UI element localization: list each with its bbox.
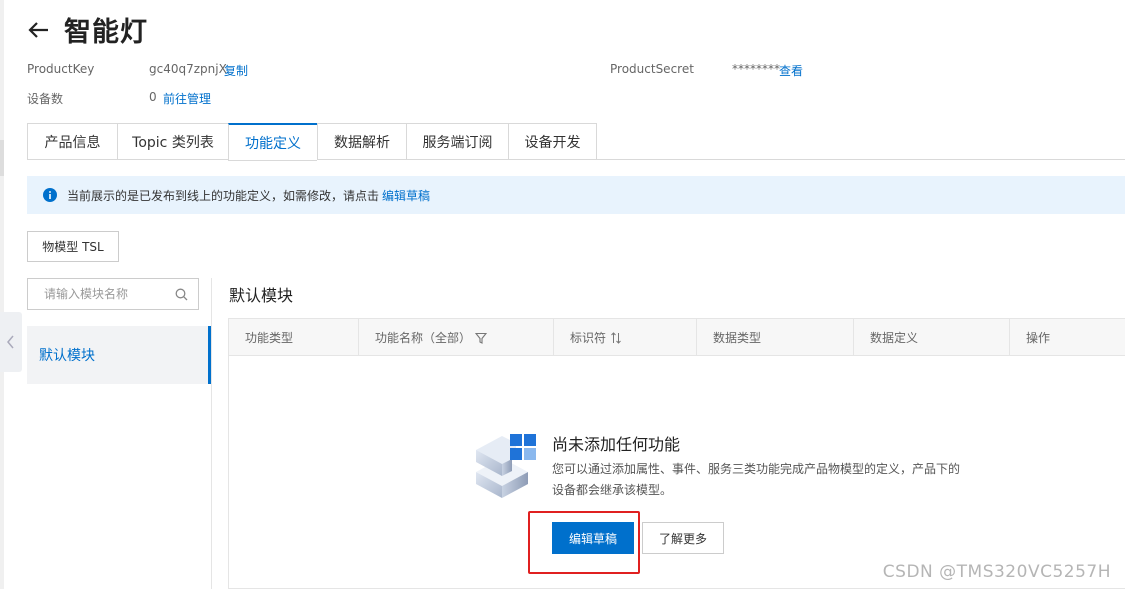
tab-product-info[interactable]: 产品信息: [27, 123, 117, 160]
tab-bar: 产品信息 Topic 类列表 功能定义 数据解析 服务端订阅 设备开发: [27, 123, 1125, 161]
product-key-label: ProductKey: [27, 62, 95, 76]
column-header-feature-type: 功能类型: [229, 319, 359, 356]
device-count-value: 0: [149, 90, 157, 104]
tab-data-parsing[interactable]: 数据解析: [317, 123, 406, 160]
page-title: 智能灯: [64, 17, 148, 48]
notice-edit-draft-link[interactable]: 编辑草稿: [382, 187, 430, 204]
empty-state-description: 您可以通过添加属性、事件、服务三类功能完成产品物模型的定义，产品下的设备都会继承…: [552, 462, 961, 497]
product-secret-label: ProductSecret: [610, 62, 694, 76]
tsl-model-button[interactable]: 物模型 TSL: [27, 231, 119, 262]
panel-divider: [211, 278, 212, 589]
edit-draft-button[interactable]: 编辑草稿: [552, 522, 634, 554]
arrow-left-icon: [28, 21, 48, 38]
device-count-label: 设备数: [27, 92, 64, 106]
tab-device-development[interactable]: 设备开发: [508, 123, 597, 160]
module-search: [27, 278, 199, 310]
column-header-data-type: 数据类型: [697, 319, 854, 356]
module-search-input[interactable]: [44, 287, 174, 301]
info-icon: [43, 188, 57, 202]
left-edge-notch: [0, 140, 4, 176]
column-header-feature-name[interactable]: 功能名称（全部）: [359, 319, 554, 356]
filter-icon[interactable]: [475, 332, 488, 344]
tab-topic-list[interactable]: Topic 类列表: [117, 123, 228, 160]
sidebar-collapse-toggle[interactable]: [0, 312, 22, 372]
view-secret-link[interactable]: 查看: [779, 62, 803, 79]
column-header-identifier[interactable]: 标识符: [554, 319, 697, 356]
back-button[interactable]: [26, 18, 50, 42]
module-item-default[interactable]: 默认模块: [27, 326, 211, 384]
copy-link[interactable]: 复制: [224, 62, 248, 79]
empty-box-illustration-icon: [476, 434, 536, 498]
tab-server-subscription[interactable]: 服务端订阅: [406, 123, 508, 160]
info-notice: 当前展示的是已发布到线上的功能定义，如需修改，请点击 编辑草稿: [27, 176, 1125, 214]
column-header-actions: 操作: [1026, 331, 1051, 345]
watermark: CSDN @TMS320VC5257H: [882, 562, 1111, 582]
left-edge-strip: [0, 0, 4, 589]
chevron-left-icon: [7, 335, 14, 349]
learn-more-button[interactable]: 了解更多: [642, 522, 724, 554]
product-secret-value: ********: [732, 62, 780, 76]
tab-feature-definition[interactable]: 功能定义: [228, 123, 317, 161]
sort-icon[interactable]: [610, 331, 622, 344]
empty-state-title: 尚未添加任何功能: [552, 435, 681, 454]
notice-text: 当前展示的是已发布到线上的功能定义，如需修改，请点击: [67, 188, 380, 203]
column-header-data-definition: 数据定义: [854, 319, 1010, 356]
page-header: 智能灯: [26, 10, 148, 49]
manage-devices-link[interactable]: 前往管理: [163, 90, 211, 107]
product-key-value: gc40q7zpnjX: [149, 62, 227, 76]
search-icon[interactable]: [175, 288, 188, 301]
section-title: 默认模块: [229, 286, 294, 305]
table-header: 功能类型 功能名称（全部） 标识符 数据类型 数据定义 操作: [229, 319, 1125, 356]
